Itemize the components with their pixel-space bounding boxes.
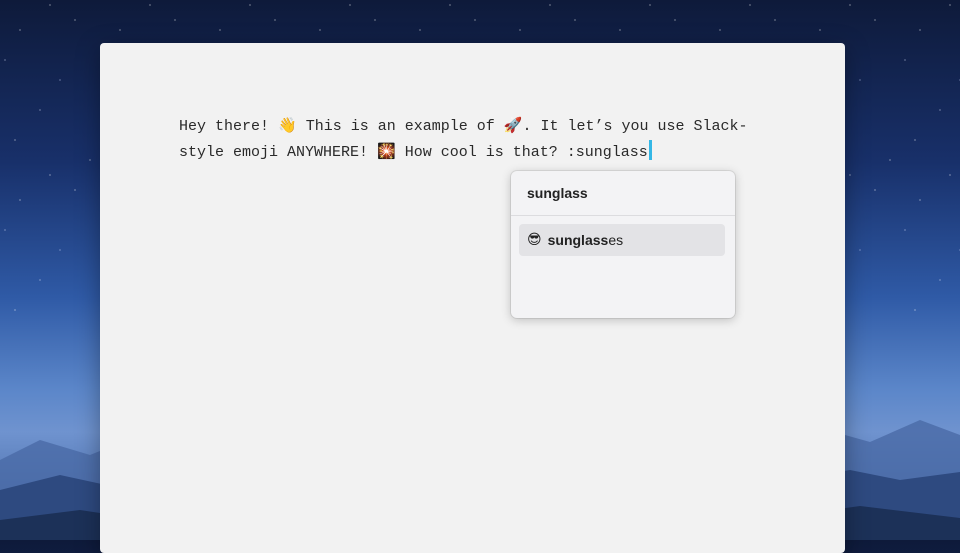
sunglasses-emoji-icon: 😎	[527, 232, 542, 248]
emoji-autocomplete-popup: sunglass 😎 sunglass es	[511, 171, 735, 318]
autocomplete-item-sunglasses[interactable]: 😎 sunglass es	[519, 224, 725, 256]
rocket-emoji: 🚀	[503, 116, 523, 134]
fireworks-emoji: 🎇	[377, 142, 396, 160]
text-editor[interactable]: Hey there! 👋 This is an example of 🚀. It…	[179, 113, 769, 165]
autocomplete-item-match: sunglass	[547, 232, 609, 248]
editor-text-segment: How cool is that? :sunglass	[395, 144, 648, 161]
editor-window: Hey there! 👋 This is an example of 🚀. It…	[100, 43, 845, 553]
editor-text-segment: Hey there!	[179, 118, 279, 135]
waving-hand-emoji: 👋	[278, 116, 297, 134]
autocomplete-query: sunglass	[511, 171, 735, 216]
autocomplete-item-rest: es	[608, 232, 624, 248]
editor-text-segment: This is an example of	[296, 118, 504, 135]
text-cursor	[648, 140, 652, 160]
